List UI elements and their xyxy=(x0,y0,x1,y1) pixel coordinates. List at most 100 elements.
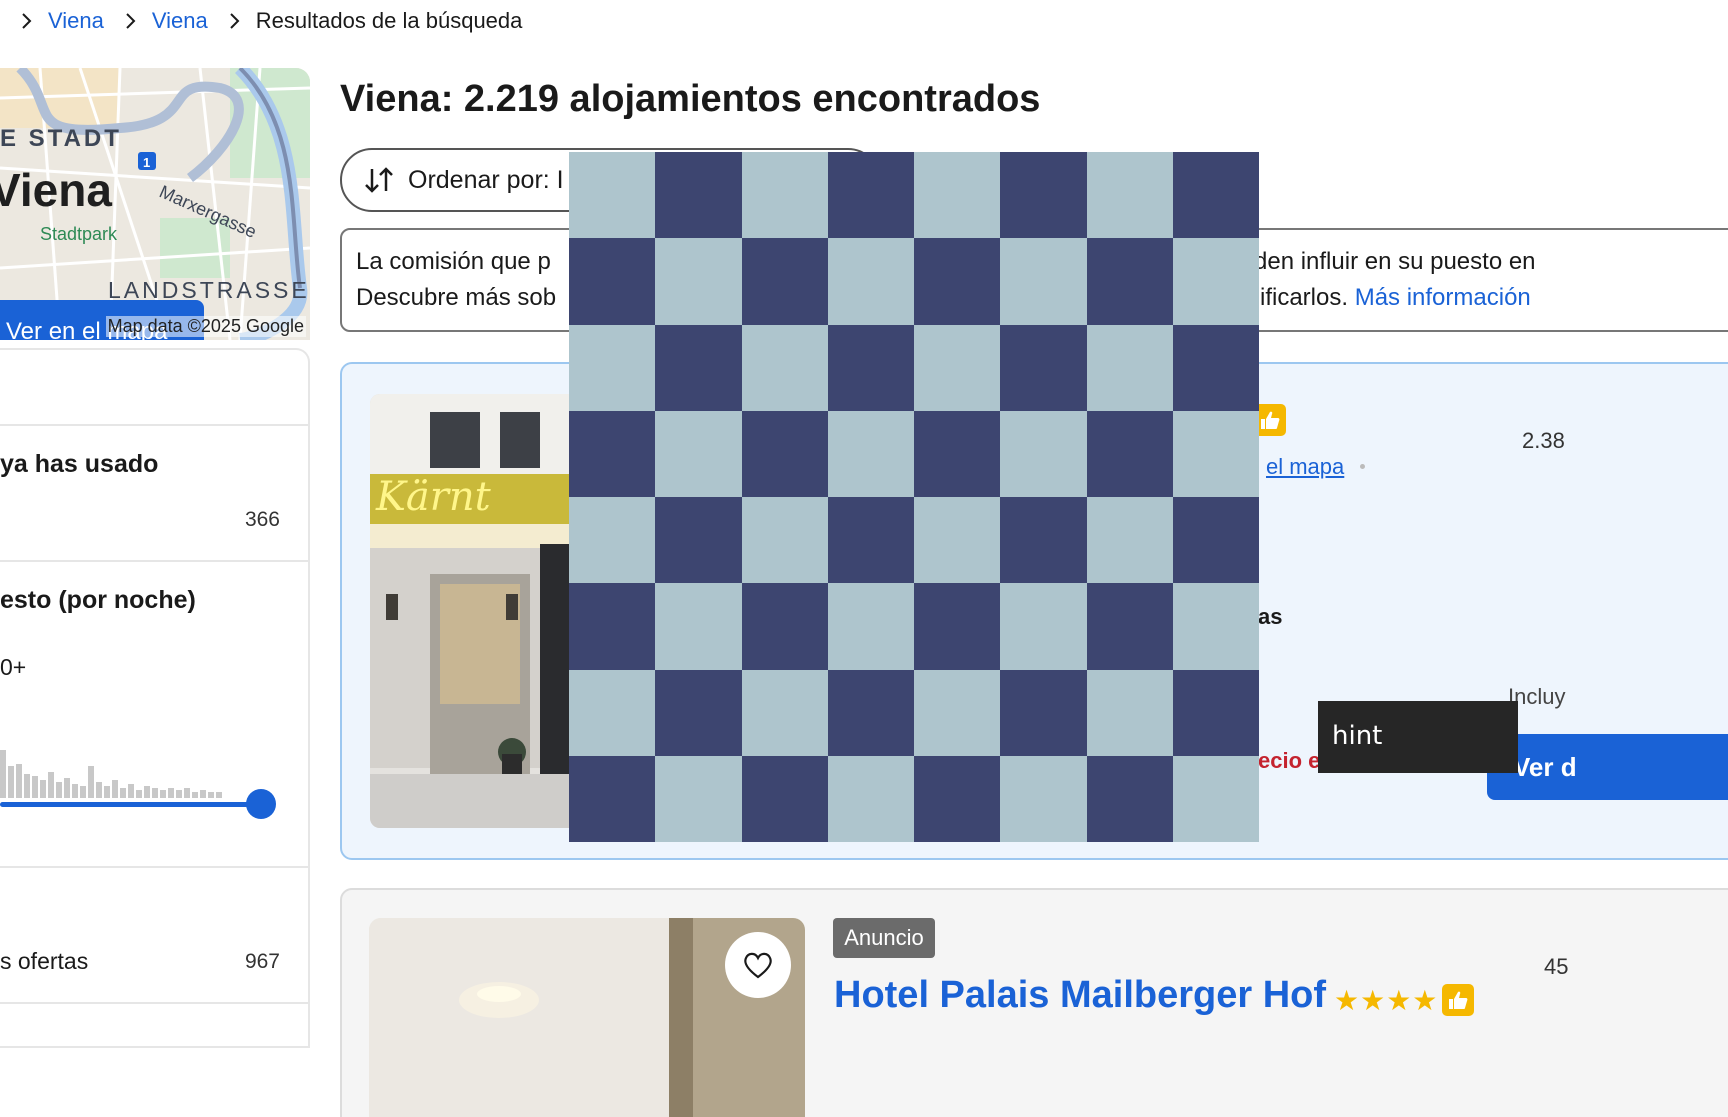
checker-square xyxy=(655,497,742,584)
notice-text-right-1: den influir en su puesto en xyxy=(1254,248,1536,275)
ad-badge: Anuncio xyxy=(833,918,935,958)
checker-square xyxy=(1172,497,1259,584)
breadcrumb-link-city[interactable]: Viena xyxy=(152,8,208,34)
checker-square xyxy=(741,669,828,756)
sort-label: Ordenar por: I xyxy=(408,165,564,194)
checker-square xyxy=(1172,152,1259,239)
map-district-label: E STADT xyxy=(0,125,122,152)
hotel-sign-text: Kärnt xyxy=(375,474,492,520)
checker-square xyxy=(1000,324,1087,411)
more-info-link[interactable]: Más información xyxy=(1355,284,1531,311)
heart-icon xyxy=(744,952,772,979)
checker-square xyxy=(1172,755,1259,842)
filter-used-count: 366 xyxy=(244,508,280,531)
map-park-label: Stadtpark xyxy=(40,224,118,244)
breadcrumb-link-country[interactable]: Viena xyxy=(48,8,104,34)
checker-square xyxy=(914,324,1001,411)
chevron-right-icon xyxy=(118,9,144,33)
map-city-label: Viena xyxy=(0,164,112,216)
checker-square xyxy=(914,583,1001,670)
breadcrumb-item[interactable]: Viena xyxy=(104,8,208,34)
checker-square xyxy=(741,583,828,670)
card-feature-text: as xyxy=(1258,604,1283,629)
checker-square xyxy=(569,497,656,584)
map-pin-label: 1 xyxy=(143,155,150,170)
checker-square xyxy=(655,152,742,239)
checker-square xyxy=(1000,238,1087,325)
chevron-right-icon xyxy=(14,9,40,33)
checker-square xyxy=(655,755,742,842)
checker-square xyxy=(914,497,1001,584)
checker-square xyxy=(569,669,656,756)
divider xyxy=(0,866,308,868)
checker-square xyxy=(741,324,828,411)
checker-square xyxy=(914,755,1001,842)
divider xyxy=(0,1002,308,1004)
property-photo[interactable]: Kärnt xyxy=(370,394,580,828)
breadcrumb-current: Resultados de la búsqueda xyxy=(255,8,523,33)
checker-square xyxy=(655,410,742,497)
checker-square xyxy=(1086,669,1173,756)
checker-square xyxy=(741,152,828,239)
price-histogram xyxy=(0,750,222,798)
checker-square xyxy=(569,238,656,325)
distance-text: 2.38 xyxy=(1522,428,1565,453)
divider xyxy=(0,424,308,426)
checker-square xyxy=(1000,152,1087,239)
checker-square xyxy=(827,669,914,756)
filter-offers-count: 967 xyxy=(244,950,280,973)
favorite-button[interactable] xyxy=(725,932,791,998)
checker-square xyxy=(655,669,742,756)
checker-square xyxy=(914,152,1001,239)
checker-square xyxy=(655,583,742,670)
checker-square xyxy=(569,410,656,497)
filter-sidebar: ya has usado 366 esto (por noche) 0+ s o… xyxy=(0,348,310,1048)
checker-square xyxy=(741,238,828,325)
checker-square xyxy=(569,152,656,239)
hotel-facade-image: Kärnt xyxy=(370,394,580,828)
notice-text-right-2: ificarlos. Más información xyxy=(1260,284,1531,312)
checker-square xyxy=(1172,410,1259,497)
price-slider-handle[interactable] xyxy=(246,789,276,819)
price-slider-track[interactable] xyxy=(0,802,262,807)
chevron-right-icon xyxy=(222,9,248,33)
show-on-map-link[interactable]: el mapa xyxy=(1266,454,1344,480)
checkerboard-overlay xyxy=(569,152,1259,842)
divider xyxy=(0,560,308,562)
checker-square xyxy=(914,238,1001,325)
checker-square xyxy=(914,669,1001,756)
checker-square xyxy=(569,324,656,411)
checker-square xyxy=(655,324,742,411)
checker-square xyxy=(1086,583,1173,670)
breadcrumb-item[interactable]: Viena xyxy=(0,8,104,34)
checker-square xyxy=(741,755,828,842)
checker-square xyxy=(914,410,1001,497)
checker-square xyxy=(1000,669,1087,756)
breadcrumb: Viena Viena Resultados de la búsqueda xyxy=(0,0,522,42)
filter-budget-value: 0+ xyxy=(0,654,27,680)
checker-square xyxy=(1086,324,1173,411)
checker-square xyxy=(1000,497,1087,584)
notice-text-left-1: La comisión que p xyxy=(356,248,551,275)
checker-square xyxy=(827,238,914,325)
checker-square xyxy=(827,583,914,670)
notice-text-right-2-text: ificarlos. xyxy=(1260,284,1349,311)
hotel-name-link[interactable]: Hotel Palais Mailberger Hof xyxy=(834,974,1326,1017)
filter-used-title: ya has usado xyxy=(0,450,159,478)
sidebar-map[interactable]: E STADT Viena Marxergasse Stadtpark LAND… xyxy=(0,68,310,340)
separator-dot xyxy=(1360,464,1365,469)
checker-square xyxy=(741,497,828,584)
map-credit: Map data ©2025 Google xyxy=(105,316,306,337)
checker-square xyxy=(1086,152,1173,239)
checker-square xyxy=(1000,410,1087,497)
filter-offers-label[interactable]: s ofertas xyxy=(0,948,88,975)
page-title: Viena: 2.219 alojamientos encontrados xyxy=(340,78,1041,120)
checker-square xyxy=(827,755,914,842)
checker-square xyxy=(1086,497,1173,584)
checker-square xyxy=(1172,669,1259,756)
breadcrumb-item-current: Resultados de la búsqueda xyxy=(208,8,523,34)
checker-square xyxy=(569,583,656,670)
see-availability-button[interactable]: Ver d xyxy=(1487,734,1728,800)
checker-square xyxy=(1086,410,1173,497)
checker-square xyxy=(1172,238,1259,325)
